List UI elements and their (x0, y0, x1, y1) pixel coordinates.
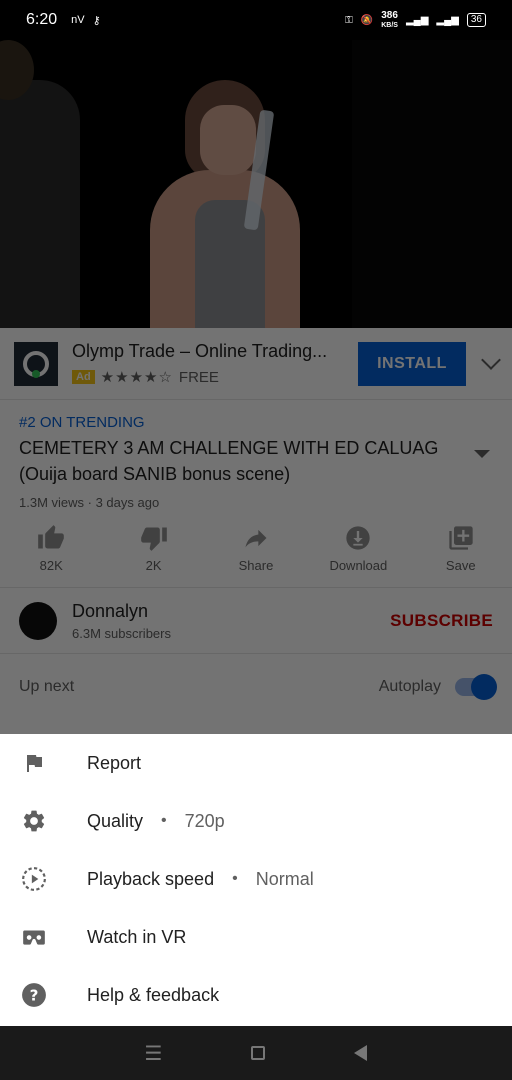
signal-icon: ▂▄▆ (405, 14, 429, 26)
menu-item-help-feedback[interactable]: ? Help & feedback (0, 966, 512, 1024)
up-next-label: Up next (19, 678, 75, 695)
video-title[interactable]: CEMETERY 3 AM CHALLENGE WITH ED CALUAG (… (19, 435, 459, 487)
up-next-row: Up next Autoplay (0, 654, 512, 720)
share-label: Share (238, 558, 274, 573)
autoplay-toggle[interactable] (455, 674, 497, 700)
install-button[interactable]: INSTALL (358, 341, 466, 386)
net-speed: 386 KB/S (381, 9, 398, 29)
status-time: 6:20 (26, 11, 58, 28)
gear-icon (20, 807, 48, 835)
menu-item-label: Watch in VR (87, 926, 187, 947)
channel-row[interactable]: Donnalyn 6.3M subscribers SUBSCRIBE (0, 588, 512, 654)
subscriber-count: 6.3M subscribers (72, 625, 171, 641)
help-icon: ? (20, 981, 48, 1009)
ad-price: FREE (178, 368, 219, 386)
video-figure-left (0, 80, 80, 328)
ad-text: Olymp Trade – Online Trading... Ad ★★★★☆… (72, 341, 358, 386)
nv-icon: nV (71, 14, 85, 26)
dislike-count: 2K (145, 558, 162, 573)
autoplay-label: Autoplay (378, 678, 441, 695)
add-to-playlist-icon (449, 526, 473, 550)
menu-nav-icon[interactable]: ☰ (145, 1041, 163, 1066)
signal-icon-2: ▂▄▆ (436, 14, 459, 26)
vpn-icon: ⚿ (345, 14, 353, 26)
menu-item-playback-speed[interactable]: Playback speed • Normal (0, 850, 512, 908)
video-player[interactable] (0, 40, 512, 328)
channel-name[interactable]: Donnalyn (72, 601, 390, 622)
status-notification-icons: nV ⚷ (71, 14, 101, 27)
trending-label[interactable]: #2 ON TRENDING (19, 414, 493, 431)
ad-banner[interactable]: Olymp Trade – Online Trading... Ad ★★★★☆… (0, 328, 512, 400)
dislike-button[interactable]: 2K (106, 524, 201, 573)
save-label: Save (445, 558, 476, 573)
svg-text:?: ? (30, 986, 39, 1004)
status-bar: 6:20 nV ⚷ ⚿ 🔕 386 KB/S ▂▄▆ ▂▄▆ 36 (0, 0, 512, 40)
autoplay-toggle-knob (471, 674, 497, 700)
ad-app-logo[interactable] (14, 341, 58, 386)
action-bar: 82K 2K Share Download Save (0, 524, 512, 588)
rating-stars: ★★★★☆ (100, 369, 173, 386)
options-bottom-sheet: Report Quality • 720p Playback speed • N… (0, 734, 512, 1026)
playback-speed-value: Normal (255, 868, 314, 889)
download-button[interactable]: Download (311, 524, 406, 573)
battery-icon: 36 (466, 13, 486, 27)
share-icon (245, 529, 267, 548)
playback-speed-icon (20, 865, 48, 893)
key-icon: ⚷ (92, 14, 101, 27)
menu-item-label: Help & feedback (87, 984, 220, 1005)
save-button[interactable]: Save (413, 524, 508, 573)
share-button[interactable]: Share (208, 524, 303, 573)
video-figure-face (200, 105, 256, 175)
system-nav-bar: ☰ (0, 1026, 512, 1080)
flag-icon (20, 749, 48, 777)
video-info: #2 ON TRENDING CEMETERY 3 AM CHALLENGE W… (0, 400, 512, 510)
like-count: 82K (39, 558, 63, 573)
channel-avatar[interactable] (19, 601, 57, 640)
separator-dot: • (232, 870, 238, 887)
chevron-down-icon[interactable] (481, 349, 501, 370)
status-right-icons: ⚿ 🔕 386 KB/S ▂▄▆ ▂▄▆ 36 (345, 9, 486, 30)
ad-meta: Ad ★★★★☆ FREE (72, 368, 358, 386)
download-label: Download (329, 558, 388, 573)
menu-item-label: Report (87, 752, 142, 773)
ad-title[interactable]: Olymp Trade – Online Trading... (72, 341, 342, 362)
ad-badge: Ad (72, 370, 95, 384)
menu-item-label: Playback speed (87, 868, 215, 889)
video-background-dark (352, 40, 512, 328)
menu-item-report[interactable]: Report (0, 734, 512, 792)
separator-dot: • (161, 812, 167, 829)
back-nav-icon[interactable] (354, 1045, 368, 1061)
menu-item-watch-in-vr[interactable]: Watch in VR (0, 908, 512, 966)
thumbs-down-icon (140, 527, 167, 551)
channel-info: Donnalyn 6.3M subscribers (72, 601, 390, 641)
home-nav-icon[interactable] (251, 1046, 266, 1060)
menu-item-quality[interactable]: Quality • 720p (0, 792, 512, 850)
menu-item-label: Quality (87, 810, 144, 831)
expand-description-icon[interactable] (474, 450, 490, 458)
quality-value: 720p (184, 810, 225, 831)
thumbs-up-icon (38, 525, 65, 549)
vr-icon (20, 923, 48, 951)
mute-icon: 🔕 (360, 14, 374, 26)
subscribe-button[interactable]: SUBSCRIBE (390, 611, 493, 631)
download-icon (346, 526, 371, 550)
like-button[interactable]: 82K (4, 524, 99, 573)
video-meta: 1.3M views · 3 days ago (19, 495, 160, 510)
